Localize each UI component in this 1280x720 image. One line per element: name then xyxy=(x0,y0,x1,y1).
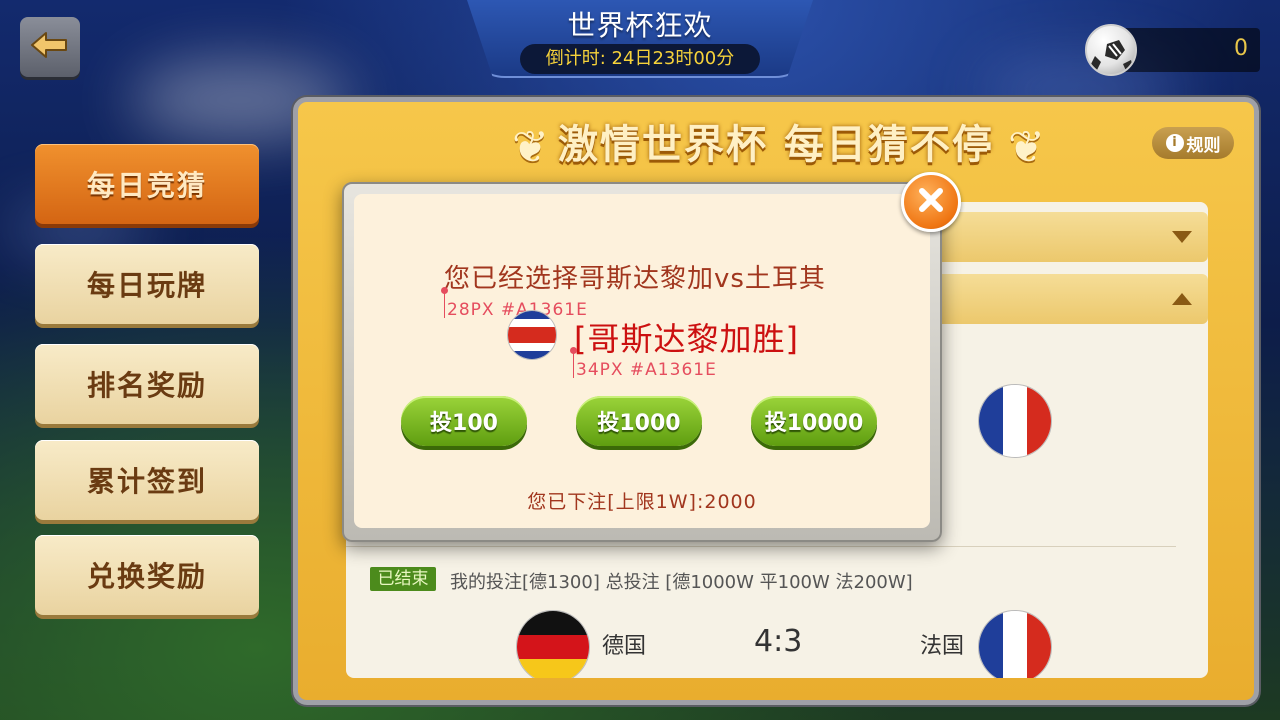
info-icon: i xyxy=(1165,134,1184,152)
rules-button[interactable]: i 规则 xyxy=(1152,127,1234,159)
team-name-away: 法国 xyxy=(920,634,965,659)
panel-banner: 激情世界杯 每日猜不停 xyxy=(558,122,994,168)
sidebar-item-rank-reward[interactable]: 排名奖励 xyxy=(35,344,259,424)
team-name-home: 德国 xyxy=(602,634,647,659)
coin-value: 0 xyxy=(1234,36,1248,61)
laurel-right-icon: ❦ xyxy=(1008,122,1045,173)
germany-flag-icon xyxy=(516,610,590,678)
page-title: 世界杯狂欢 xyxy=(567,9,713,42)
costa-rica-flag-icon xyxy=(507,310,557,360)
sidebar-item-daily-play[interactable]: 每日玩牌 xyxy=(35,244,259,324)
sidebar-item-daily-guess[interactable]: 每日竞猜 xyxy=(35,144,259,224)
countdown-timer: 倒计时: 24日23时00分 xyxy=(520,44,760,74)
bet-limit-status: 您已下注[上限1W]:2000 xyxy=(527,491,757,513)
selected-choice: [哥斯达黎加胜] xyxy=(574,320,799,358)
soccer-ball-icon xyxy=(1085,24,1137,76)
selection-question: 您已经选择哥斯达黎加vs土耳其 xyxy=(444,264,826,294)
sidebar-item-exchange[interactable]: 兑换奖励 xyxy=(35,535,259,615)
spec-marker-line xyxy=(444,290,445,318)
france-flag-icon xyxy=(978,610,1052,678)
bet-1000-button[interactable]: 投1000 xyxy=(576,396,702,446)
spec-label-choice: 34PX #A1361E xyxy=(576,360,717,380)
match-score: 4:3 xyxy=(754,624,803,659)
divider xyxy=(346,546,1176,547)
sidebar-item-checkin[interactable]: 累计签到 xyxy=(35,440,259,520)
bet-100-button[interactable]: 投100 xyxy=(401,396,527,446)
close-icon xyxy=(917,186,945,218)
close-button[interactable] xyxy=(901,172,961,232)
spec-marker-line xyxy=(573,350,574,378)
chevron-down-icon xyxy=(1172,228,1192,247)
france-flag-icon xyxy=(978,384,1052,458)
arrow-left-icon xyxy=(30,30,70,64)
back-button[interactable] xyxy=(20,17,80,77)
status-badge: 已结束 xyxy=(370,567,436,591)
rules-label: 规则 xyxy=(1186,135,1221,156)
bet-summary: 我的投注[德1300] 总投注 [德1000W 平100W 法200W] xyxy=(450,572,913,593)
bet-10000-button[interactable]: 投10000 xyxy=(751,396,877,446)
chevron-up-icon xyxy=(1172,290,1192,309)
